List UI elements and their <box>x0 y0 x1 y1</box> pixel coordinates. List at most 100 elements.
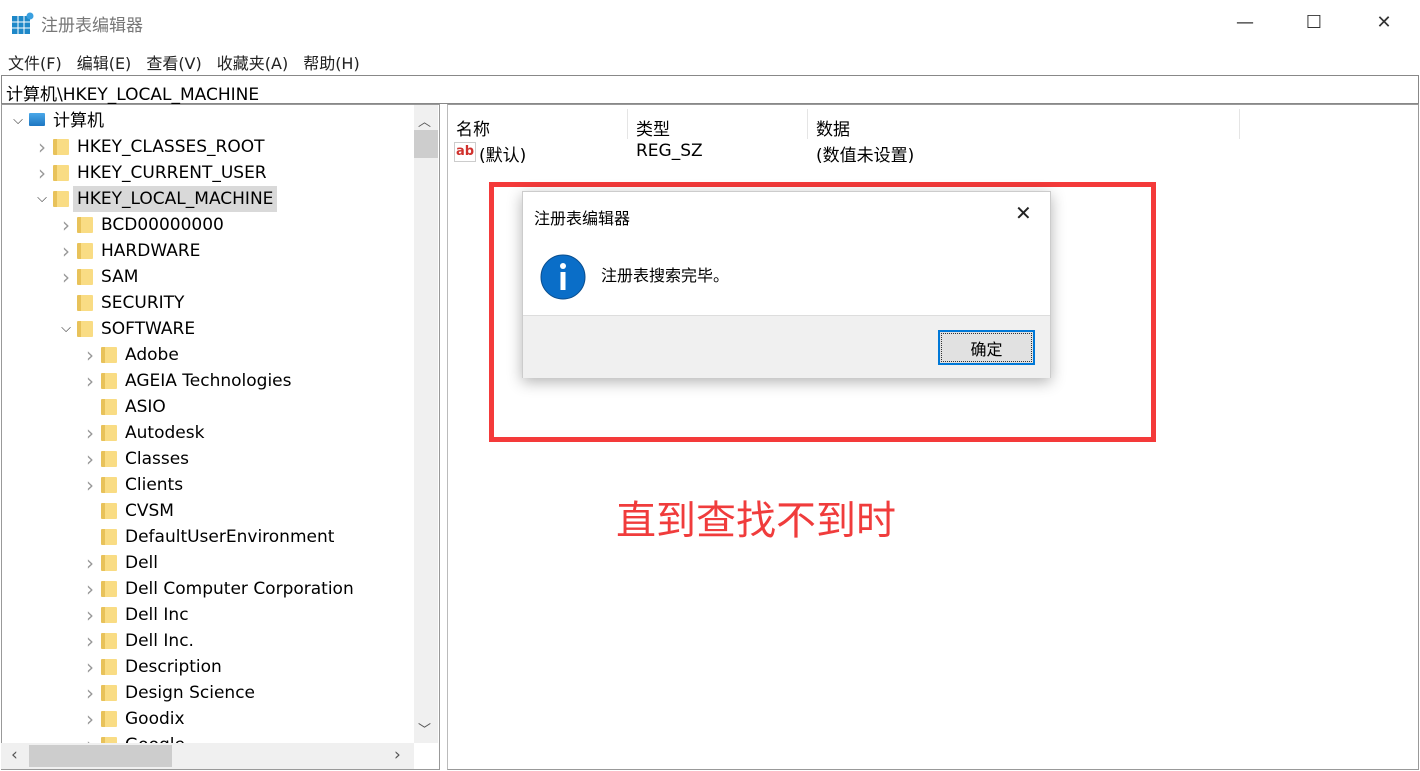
tree-item[interactable]: › AGEIA Technologies <box>2 368 414 394</box>
chevron-right-icon[interactable]: › <box>83 576 97 602</box>
tree-item-label: Dell <box>125 553 158 573</box>
tree-item[interactable]: › Adobe <box>2 342 414 368</box>
tree-item-label: AGEIA Technologies <box>125 371 292 391</box>
dialog-close-button[interactable]: ✕ <box>1015 201 1032 225</box>
column-type[interactable]: 类型 <box>628 109 808 140</box>
tree-item-label: HKEY_CURRENT_USER <box>77 163 267 183</box>
close-button[interactable]: ✕ <box>1361 0 1407 45</box>
folder-icon <box>77 295 93 311</box>
chevron-right-icon[interactable]: › <box>83 472 97 498</box>
tree-vertical-scrollbar[interactable]: ︿ ﹀ <box>414 105 438 743</box>
tree-horizontal-scrollbar[interactable]: ‹ › <box>1 743 414 769</box>
scroll-down-icon[interactable]: ﹀ <box>418 719 431 738</box>
scroll-up-icon[interactable]: ︿ <box>418 111 431 130</box>
tree-item[interactable]: › Design Science <box>2 680 414 706</box>
folder-icon <box>101 477 117 493</box>
h-scroll-thumb[interactable] <box>29 745 172 767</box>
tree-item[interactable]: › Goodix <box>2 706 414 732</box>
folder-icon <box>101 659 117 675</box>
scroll-left-icon[interactable]: ‹ <box>11 745 18 765</box>
chevron-right-icon[interactable]: › <box>35 134 49 160</box>
chevron-down-icon[interactable]: ⌵ <box>59 316 73 342</box>
computer-icon <box>29 113 45 126</box>
tree-item[interactable]: › Dell Inc <box>2 602 414 628</box>
chevron-right-icon[interactable]: › <box>35 160 49 186</box>
tree-item[interactable]: › HKEY_CLASSES_ROOT <box>2 134 414 160</box>
folder-icon <box>101 607 117 623</box>
folder-icon <box>101 711 117 727</box>
scroll-thumb[interactable] <box>414 130 438 158</box>
folder-icon <box>53 165 69 181</box>
value-name: (默认) <box>479 146 527 166</box>
tree-item[interactable]: DefaultUserEnvironment <box>2 524 414 550</box>
ok-button[interactable]: 确定 <box>938 330 1035 365</box>
chevron-right-icon[interactable]: › <box>83 446 97 472</box>
tree-item[interactable]: ASIO <box>2 394 414 420</box>
menu-edit[interactable]: 编辑(E) <box>69 45 139 74</box>
tree-item-label: HARDWARE <box>101 241 201 261</box>
chevron-right-icon[interactable]: › <box>83 550 97 576</box>
tree-item[interactable]: ⌵ 计算机 <box>2 108 414 134</box>
tree-item-label: HKEY_CLASSES_ROOT <box>77 137 265 157</box>
minimize-button[interactable]: — <box>1222 0 1268 45</box>
tree-item-label: Adobe <box>125 345 179 365</box>
chevron-right-icon[interactable]: › <box>59 238 73 264</box>
tree-item-label: BCD00000000 <box>101 215 224 235</box>
tree-item[interactable]: › HARDWARE <box>2 238 414 264</box>
tree-item[interactable]: ⌵ HKEY_LOCAL_MACHINE <box>2 186 414 212</box>
menu-help[interactable]: 帮助(H) <box>295 45 367 74</box>
menu-file[interactable]: 文件(F) <box>0 45 69 74</box>
tree-item-label: SECURITY <box>101 293 185 313</box>
tree-item[interactable]: › Autodesk <box>2 420 414 446</box>
folder-icon <box>101 373 117 389</box>
tree-item[interactable]: › Dell <box>2 550 414 576</box>
tree-item-label: Classes <box>125 449 190 469</box>
string-value-icon: ab <box>454 142 476 162</box>
folder-icon <box>77 269 93 285</box>
tree-item-label: Goodix <box>125 709 185 729</box>
maximize-button[interactable]: ☐ <box>1291 0 1337 45</box>
title-bar: 注册表编辑器 — ☐ ✕ <box>0 0 1420 45</box>
menu-favorites[interactable]: 收藏夹(A) <box>209 45 295 74</box>
tree-item[interactable]: › Dell Inc. <box>2 628 414 654</box>
chevron-right-icon[interactable]: › <box>83 654 97 680</box>
value-type: REG_SZ <box>636 141 703 161</box>
tree-item[interactable]: CVSM <box>2 498 414 524</box>
chevron-right-icon[interactable]: › <box>59 212 73 238</box>
chevron-down-icon[interactable]: ⌵ <box>35 186 49 212</box>
tree-item-label: SOFTWARE <box>101 319 196 339</box>
chevron-down-icon[interactable]: ⌵ <box>11 108 25 134</box>
folder-icon <box>77 217 93 233</box>
chevron-right-icon[interactable]: › <box>83 628 97 654</box>
folder-icon <box>101 451 117 467</box>
tree-item-label: Description <box>125 657 222 677</box>
tree-item[interactable]: › HKEY_CURRENT_USER <box>2 160 414 186</box>
chevron-right-icon[interactable]: › <box>83 420 97 446</box>
tree-item[interactable]: › BCD00000000 <box>2 212 414 238</box>
dialog-message: 注册表搜索完毕。 <box>601 266 730 285</box>
tree-item-label: DefaultUserEnvironment <box>125 527 335 547</box>
chevron-right-icon[interactable]: › <box>83 342 97 368</box>
tree-item[interactable]: › Classes <box>2 446 414 472</box>
tree-item-label: Design Science <box>125 683 255 703</box>
tree-item[interactable]: SECURITY <box>2 290 414 316</box>
chevron-right-icon[interactable]: › <box>83 680 97 706</box>
chevron-right-icon[interactable]: › <box>83 602 97 628</box>
menu-view[interactable]: 查看(V) <box>138 45 208 74</box>
chevron-right-icon[interactable]: › <box>83 368 97 394</box>
folder-icon <box>101 581 117 597</box>
tree-item[interactable]: › SAM <box>2 264 414 290</box>
chevron-right-icon[interactable]: › <box>59 264 73 290</box>
tree-item-label: 计算机 <box>53 111 104 131</box>
tree-item[interactable]: › Dell Computer Corporation <box>2 576 414 602</box>
chevron-right-icon[interactable]: › <box>83 706 97 732</box>
tree-item[interactable]: › Description <box>2 654 414 680</box>
scroll-right-icon[interactable]: › <box>394 745 401 765</box>
tree-item[interactable]: › Clients <box>2 472 414 498</box>
column-name[interactable]: 名称 <box>448 109 628 140</box>
folder-icon <box>101 555 117 571</box>
tree-item[interactable]: ⌵ SOFTWARE <box>2 316 414 342</box>
column-data[interactable]: 数据 <box>808 109 1240 140</box>
address-bar[interactable]: 计算机\HKEY_LOCAL_MACHINE <box>1 75 1419 105</box>
info-icon <box>540 254 586 300</box>
